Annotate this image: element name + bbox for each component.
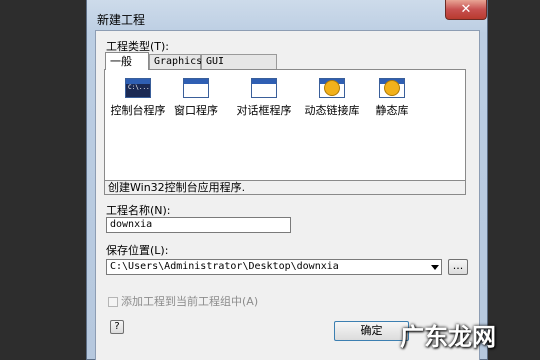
window-app-icon bbox=[183, 78, 209, 98]
project-type-description: 创建Win32控制台应用程序. bbox=[104, 181, 466, 195]
console-app-icon: C:\... bbox=[125, 78, 151, 98]
ok-button[interactable]: 确定 bbox=[334, 321, 409, 341]
dialog-client-area: 工程类型(T): 一般 Graphics GUI toolkits C:\...… bbox=[95, 30, 480, 360]
item-dll[interactable]: 动态链接库 bbox=[301, 78, 363, 118]
save-location-combo[interactable]: C:\Users\Administrator\Desktop\downxia bbox=[106, 259, 442, 275]
dll-icon bbox=[319, 78, 345, 98]
item-static-lib[interactable]: 静态库 bbox=[361, 78, 423, 118]
save-location-value: C:\Users\Administrator\Desktop\downxia bbox=[110, 261, 339, 272]
item-label: 对话框程序 bbox=[236, 104, 292, 117]
save-location-label: 保存位置(L): bbox=[106, 244, 169, 257]
add-to-group-checkbox[interactable] bbox=[108, 297, 118, 307]
item-console-app[interactable]: C:\... 控制台程序 bbox=[107, 78, 169, 118]
dialog-title: 新建工程 bbox=[97, 13, 146, 27]
add-to-group-row[interactable]: 添加工程到当前工程组中(A) bbox=[108, 293, 258, 309]
chevron-down-icon[interactable] bbox=[431, 265, 439, 270]
new-project-dialog: 新建工程 ✕ 工程类型(T): 一般 Graphics GUI toolkits… bbox=[86, 0, 488, 360]
item-label: 动态链接库 bbox=[304, 104, 360, 117]
watermark-logo: 广东龙网 bbox=[400, 323, 496, 351]
tab-general[interactable]: 一般 bbox=[105, 52, 149, 70]
browse-button[interactable]: ... bbox=[448, 259, 468, 275]
tab-gui-toolkits[interactable]: GUI toolkits bbox=[201, 54, 277, 81]
item-label: 静态库 bbox=[375, 104, 409, 117]
help-button[interactable]: ? bbox=[110, 320, 124, 334]
item-label: 控制台程序 bbox=[110, 104, 166, 117]
item-dialog-app[interactable]: 对话框程序 bbox=[233, 78, 295, 118]
dialog-app-icon bbox=[251, 78, 277, 98]
project-name-label: 工程名称(N): bbox=[106, 204, 171, 217]
tab-graphics[interactable]: Graphics bbox=[149, 54, 202, 69]
static-lib-icon bbox=[379, 78, 405, 98]
close-button[interactable]: ✕ bbox=[445, 0, 487, 20]
project-type-list: C:\... 控制台程序 窗口程序 对话框程序 动态链接库 静态库 bbox=[104, 69, 466, 181]
item-window-app[interactable]: 窗口程序 bbox=[165, 78, 227, 118]
item-label: 窗口程序 bbox=[174, 104, 218, 117]
add-to-group-label: 添加工程到当前工程组中(A) bbox=[121, 295, 259, 308]
project-name-input[interactable]: downxia bbox=[106, 217, 291, 233]
